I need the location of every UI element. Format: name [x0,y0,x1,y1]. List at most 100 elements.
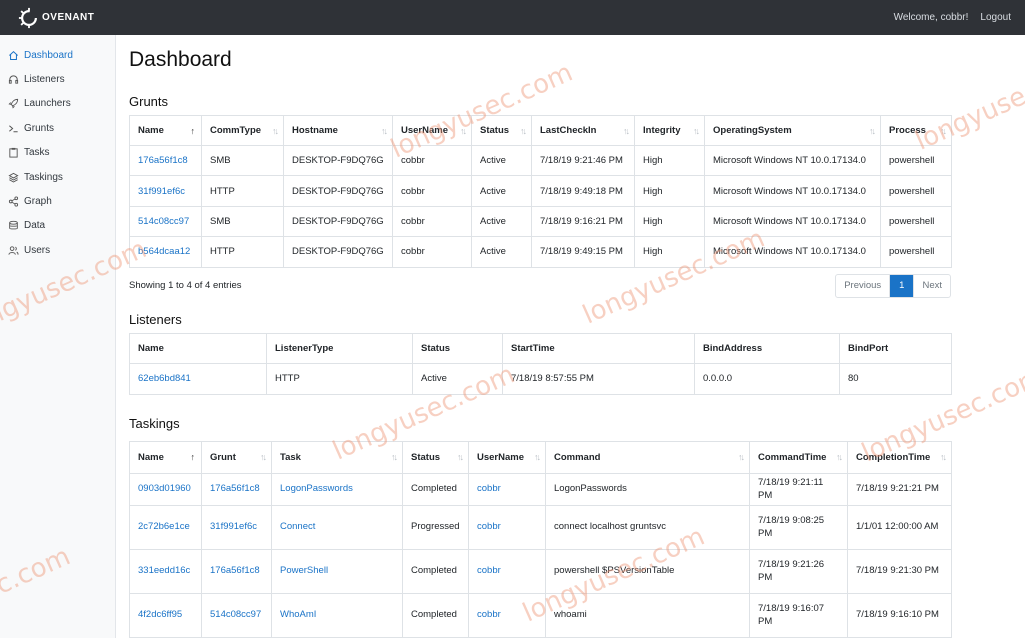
sort-icon: ↑↓ [520,125,527,136]
tasking-link[interactable]: 2c72b6e1ce [138,521,190,532]
sidebar-item-users[interactable]: Users [0,238,115,262]
column-header-status[interactable]: Status ↑↓ [471,115,532,146]
database-icon [8,220,19,231]
user-link[interactable]: cobbr [477,565,501,576]
table-row: 4f2dc6ff95 514c08cc97 WhoAmI Completed c… [129,592,952,638]
table-cell: powershell $PSVersionTable [545,548,750,594]
pagination-next[interactable]: Next [913,274,950,297]
brand-name: OVENANT [42,12,95,23]
table-cell: 7/18/19 9:49:15 PM [531,236,635,268]
column-header-name[interactable]: Name [129,332,267,364]
table-cell: 1/1/01 12:00:00 AM [847,504,952,550]
column-header-integrity[interactable]: Integrity ↑↓ [634,115,705,146]
sidebar-item-dashboard[interactable]: Dashboard [0,43,115,67]
user-link[interactable]: cobbr [477,609,501,620]
user-link[interactable]: cobbr [477,521,501,532]
table-cell: Microsoft Windows NT 10.0.17134.0 [704,205,881,238]
home-icon [8,50,19,61]
listeners-table: Name ListenerType Status StartTime BindA… [129,332,952,395]
table-cell: High [634,144,705,177]
sidebar-item-grunts[interactable]: Grunts [0,116,115,140]
sidebar-item-listeners[interactable]: Listeners [0,67,115,91]
column-header-commandtime[interactable]: CommandTime ↑↓ [749,440,848,474]
grunt-link[interactable]: 176a56f1c8 [138,155,188,166]
terminal-icon [8,123,19,134]
sidebar-item-taskings[interactable]: Taskings [0,165,115,189]
listener-link[interactable]: 62eb6bd841 [138,373,191,384]
table-cell: DESKTOP-F9DQ76G [283,236,393,268]
table-cell: HTTP [201,175,284,207]
column-header-starttime[interactable]: StartTime [502,332,695,364]
table-cell: cobbr [392,144,472,177]
tasking-link[interactable]: 4f2dc6ff95 [138,609,182,620]
sidebar-item-label: Listeners [24,74,65,86]
task-link[interactable]: WhoAmI [280,609,316,620]
sort-icon: ↑↓ [940,125,947,136]
sidebar-item-graph[interactable]: Graph [0,189,115,213]
sidebar-item-data[interactable]: Data [0,214,115,238]
table-cell: LogonPasswords [545,472,750,506]
column-header-name[interactable]: Name ↑ [129,115,202,146]
table-cell: 7/18/19 9:16:21 PM [531,205,635,238]
grunt-link[interactable]: 514c08cc97 [210,609,261,620]
task-link[interactable]: PowerShell [280,565,328,576]
column-header-operatingsystem[interactable]: OperatingSystem ↑↓ [704,115,881,146]
table-row: 514c08cc97 SMB DESKTOP-F9DQ76G cobbr Act… [129,205,952,238]
column-header-grunt[interactable]: Grunt ↑↓ [201,440,272,474]
table-cell: Microsoft Windows NT 10.0.17134.0 [704,144,881,177]
grunt-link[interactable]: 31f991ef6c [210,521,257,532]
table-cell: Completed [402,472,469,506]
column-header-name[interactable]: Name ↑ [129,440,202,474]
column-header-hostname[interactable]: Hostname ↑↓ [283,115,393,146]
sort-icon: ↑↓ [738,452,745,463]
table-row: 331eedd16c 176a56f1c8 PowerShell Complet… [129,548,952,594]
table-header-row: Name ↑ CommType ↑↓ Hostname ↑↓ UserName ↑↓ S… [129,115,952,146]
sidebar-item-label: Grunts [24,122,55,134]
column-header-bindport[interactable]: BindPort [839,332,952,364]
column-header-task[interactable]: Task ↑↓ [271,440,403,474]
column-header-process[interactable]: Process ↑↓ [880,115,952,146]
user-link[interactable]: cobbr [477,483,501,494]
column-header-listenertype[interactable]: ListenerType [266,332,413,364]
tasking-link[interactable]: 331eedd16c [138,565,190,576]
grunt-link[interactable]: 176a56f1c8 [210,483,260,494]
sort-asc-icon: ↑ [190,125,196,136]
table-cell: cobbr [392,236,472,268]
pagination-page-1[interactable]: 1 [889,274,914,297]
table-cell: High [634,205,705,238]
grunt-link[interactable]: 31f991ef6c [138,186,185,197]
brand[interactable]: OVENANT [18,7,94,29]
column-header-completiontime[interactable]: CompletionTime ↑↓ [847,440,952,474]
column-header-status[interactable]: Status ↑↓ [402,440,469,474]
table-cell: 80 [839,362,952,395]
sidebar-item-label: Launchers [24,98,71,110]
clipboard-icon [8,147,19,158]
sidebar-item-launchers[interactable]: Launchers [0,92,115,116]
table-cell: Completed [402,548,469,594]
column-header-command[interactable]: Command ↑↓ [545,440,750,474]
grunts-table: Name ↑ CommType ↑↓ Hostname ↑↓ UserName ↑↓ S… [129,115,952,268]
column-header-commtype[interactable]: CommType ↑↓ [201,115,284,146]
pagination-previous[interactable]: Previous [836,275,889,297]
table-header-row: Name ↑ Grunt ↑↓ Task ↑↓ Status ↑↓ UserName ↑↓… [129,440,952,474]
grunt-link[interactable]: 176a56f1c8 [210,565,260,576]
column-header-username[interactable]: UserName ↑↓ [468,440,546,474]
taskings-heading: Taskings [129,415,180,431]
table-row: 2c72b6e1ce 31f991ef6c Connect Progressed… [129,504,952,550]
table-cell: cobbr [392,175,472,207]
grunt-link[interactable]: 514c08cc97 [138,216,189,227]
grunt-link[interactable]: b564dcaa12 [138,246,190,257]
task-link[interactable]: LogonPasswords [280,483,353,494]
table-cell: 7/18/19 9:16:10 PM [847,592,952,638]
users-icon [8,245,19,256]
logout-link[interactable]: Logout [980,12,1011,23]
column-header-lastcheckin[interactable]: LastCheckIn ↑↓ [531,115,635,146]
column-header-status[interactable]: Status [412,332,503,364]
task-link[interactable]: Connect [280,521,315,532]
column-header-username[interactable]: UserName ↑↓ [392,115,472,146]
table-row: 0903d01960 176a56f1c8 LogonPasswords Com… [129,472,952,506]
tasking-link[interactable]: 0903d01960 [138,483,191,494]
sidebar-item-tasks[interactable]: Tasks [0,141,115,165]
table-cell: Microsoft Windows NT 10.0.17134.0 [704,236,881,268]
column-header-bindaddress[interactable]: BindAddress [694,332,840,364]
